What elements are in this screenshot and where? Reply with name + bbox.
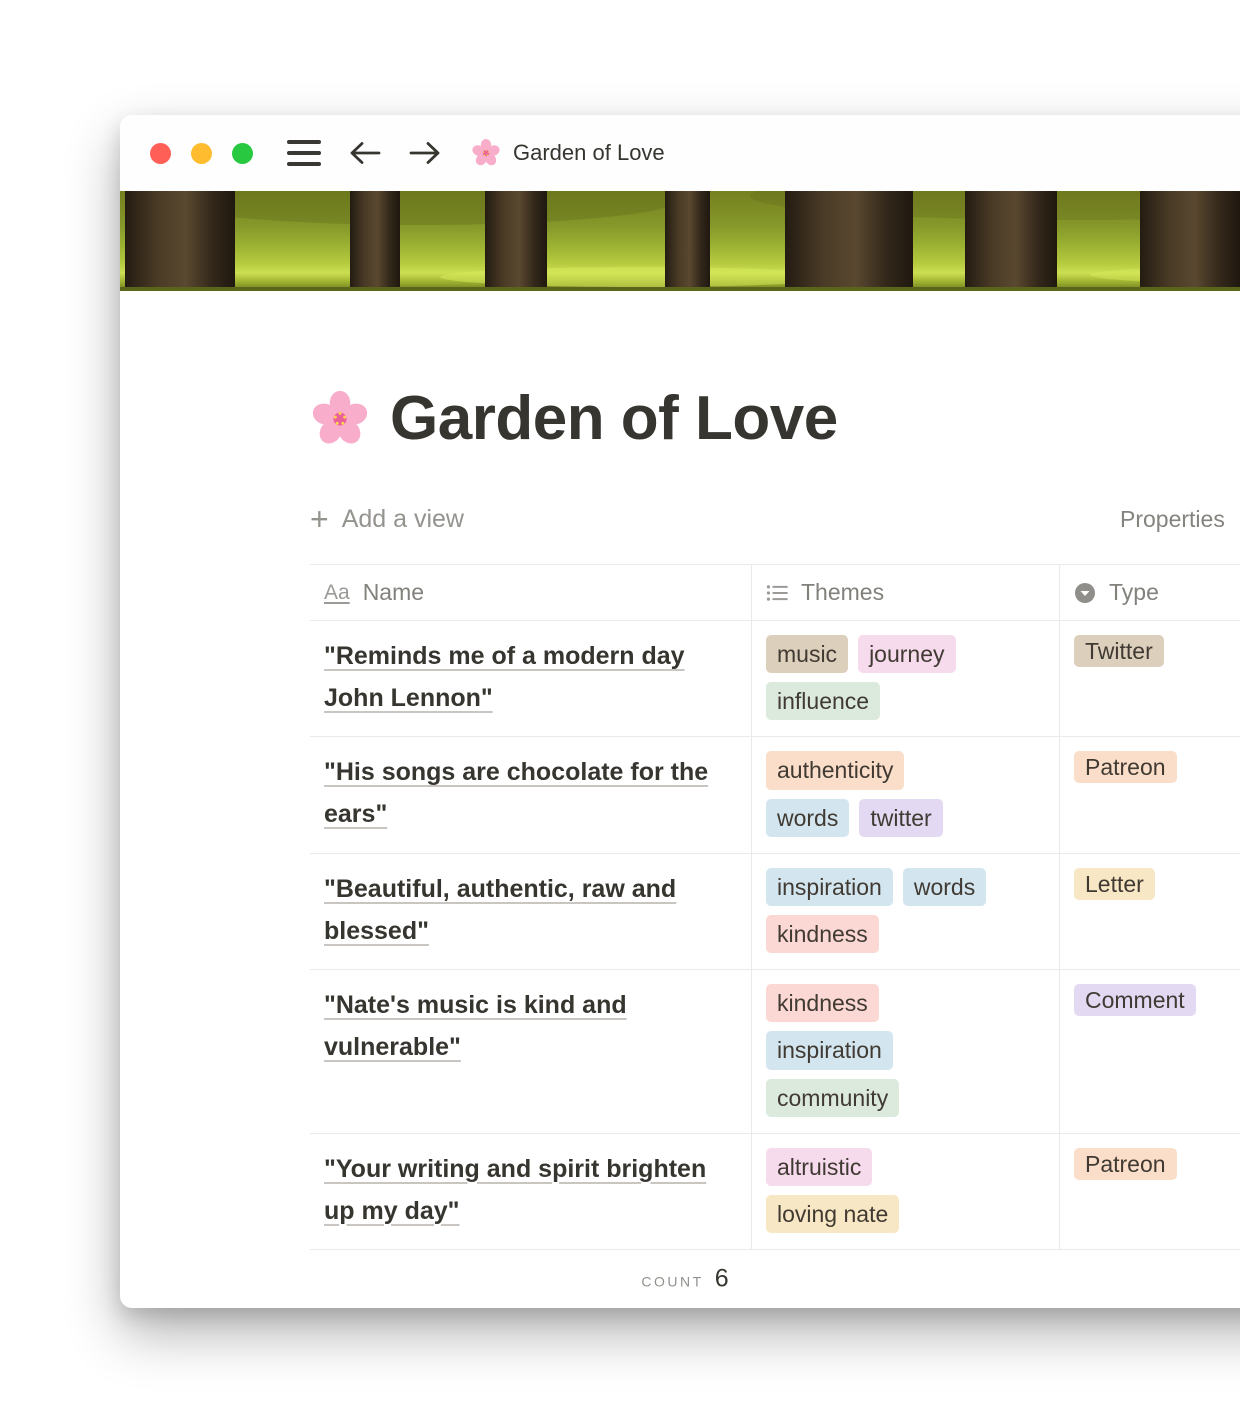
theme-tag[interactable]: twitter: [859, 799, 942, 837]
theme-tags: altruistic loving nate: [766, 1148, 996, 1233]
entry-title[interactable]: "Nate's music is kind and vulnerable": [324, 991, 627, 1061]
type-cell[interactable]: Twitter: [1060, 621, 1240, 736]
table-footer: COUNT 6: [310, 1250, 1240, 1308]
properties-button[interactable]: Properties: [1120, 506, 1225, 533]
type-cell[interactable]: Patreon: [1060, 1134, 1240, 1249]
type-tag[interactable]: Patreon: [1074, 751, 1177, 783]
name-cell[interactable]: "Beautiful, authentic, raw and blessed": [310, 854, 752, 969]
cherry-blossom-icon[interactable]: [310, 389, 370, 449]
themes-cell[interactable]: music journey influence: [752, 621, 1060, 736]
theme-tags: music journey influence: [766, 635, 996, 720]
column-header-themes[interactable]: Themes: [752, 565, 1060, 620]
theme-tags: kindness inspiration community: [766, 984, 996, 1117]
themes-cell[interactable]: kindness inspiration community: [752, 970, 1060, 1133]
theme-tag[interactable]: words: [766, 799, 849, 837]
type-cell[interactable]: Patreon: [1060, 737, 1240, 852]
theme-tags: inspiration words kindness: [766, 868, 996, 953]
column-header-type[interactable]: Type: [1060, 565, 1240, 620]
name-cell[interactable]: "Your writing and spirit brighten up my …: [310, 1134, 752, 1249]
add-view-button[interactable]: + Add a view: [310, 503, 464, 535]
entry-title[interactable]: "Your writing and spirit brighten up my …: [324, 1155, 706, 1225]
page-content: Garden of Love + Add a view Properties A…: [120, 383, 1240, 1308]
close-window-button[interactable]: [150, 143, 171, 164]
theme-tag[interactable]: journey: [858, 635, 955, 673]
entry-title[interactable]: "Reminds me of a modern day John Lennon": [324, 642, 685, 712]
page-title[interactable]: Garden of Love: [390, 383, 838, 454]
table-row: "Reminds me of a modern day John Lennon"…: [310, 621, 1240, 737]
theme-tag[interactable]: kindness: [766, 984, 879, 1022]
entry-title[interactable]: "Beautiful, authentic, raw and blessed": [324, 875, 676, 945]
theme-tag[interactable]: words: [903, 868, 986, 906]
theme-tag[interactable]: inspiration: [766, 868, 893, 906]
theme-tag[interactable]: authenticity: [766, 751, 904, 789]
select-icon: [1074, 582, 1096, 604]
name-cell[interactable]: "Reminds me of a modern day John Lennon": [310, 621, 752, 736]
theme-tag[interactable]: kindness: [766, 915, 879, 953]
cover-image[interactable]: [120, 191, 1240, 291]
back-arrow-icon[interactable]: [349, 140, 381, 166]
table-row: "Nate's music is kind and vulnerable" kin…: [310, 970, 1240, 1134]
themes-cell[interactable]: authenticity words twitter: [752, 737, 1060, 852]
count-value: 6: [715, 1265, 729, 1294]
forward-arrow-icon[interactable]: [409, 140, 441, 166]
name-cell[interactable]: "Nate's music is kind and vulnerable": [310, 970, 752, 1133]
window-title: Garden of Love: [513, 140, 665, 166]
theme-tag[interactable]: loving nate: [766, 1195, 899, 1233]
text-icon: Aa: [324, 581, 350, 605]
table-header-row: Aa Name Themes: [310, 565, 1240, 621]
plus-icon: +: [310, 503, 329, 535]
theme-tag[interactable]: altruistic: [766, 1148, 872, 1186]
column-header-name[interactable]: Aa Name: [310, 565, 752, 620]
sidebar-menu-icon[interactable]: [287, 140, 321, 166]
theme-tag[interactable]: inspiration: [766, 1031, 893, 1069]
themes-cell[interactable]: inspiration words kindness: [752, 854, 1060, 969]
window-titlebar: Garden of Love: [120, 115, 1240, 191]
traffic-lights: [150, 143, 253, 164]
type-cell[interactable]: Comment: [1060, 970, 1240, 1133]
count-summary[interactable]: COUNT 6: [641, 1265, 728, 1294]
entry-title[interactable]: "His songs are chocolate for the ears": [324, 758, 708, 828]
theme-tags: authenticity words twitter: [766, 751, 996, 836]
type-tag[interactable]: Comment: [1074, 984, 1196, 1016]
table-body: "Reminds me of a modern day John Lennon"…: [310, 621, 1240, 1250]
type-tag[interactable]: Letter: [1074, 868, 1155, 900]
table-row: "Your writing and spirit brighten up my …: [310, 1134, 1240, 1250]
database-table: Aa Name Themes: [310, 564, 1240, 1308]
type-tag[interactable]: Patreon: [1074, 1148, 1177, 1180]
view-controls: + Add a view Properties: [310, 496, 1240, 542]
type-cell[interactable]: Letter: [1060, 854, 1240, 969]
theme-tag[interactable]: community: [766, 1079, 899, 1117]
name-cell[interactable]: "His songs are chocolate for the ears": [310, 737, 752, 852]
theme-tag[interactable]: influence: [766, 682, 880, 720]
theme-tag[interactable]: music: [766, 635, 848, 673]
minimize-window-button[interactable]: [191, 143, 212, 164]
themes-cell[interactable]: altruistic loving nate: [752, 1134, 1060, 1249]
zoom-window-button[interactable]: [232, 143, 253, 164]
table-row: "Beautiful, authentic, raw and blessed" i…: [310, 854, 1240, 970]
cherry-blossom-icon: [471, 138, 501, 168]
app-window: Garden of Love: [120, 115, 1240, 1308]
table-row: "His songs are chocolate for the ears" au…: [310, 737, 1240, 853]
list-icon: [766, 582, 788, 604]
type-tag[interactable]: Twitter: [1074, 635, 1164, 667]
